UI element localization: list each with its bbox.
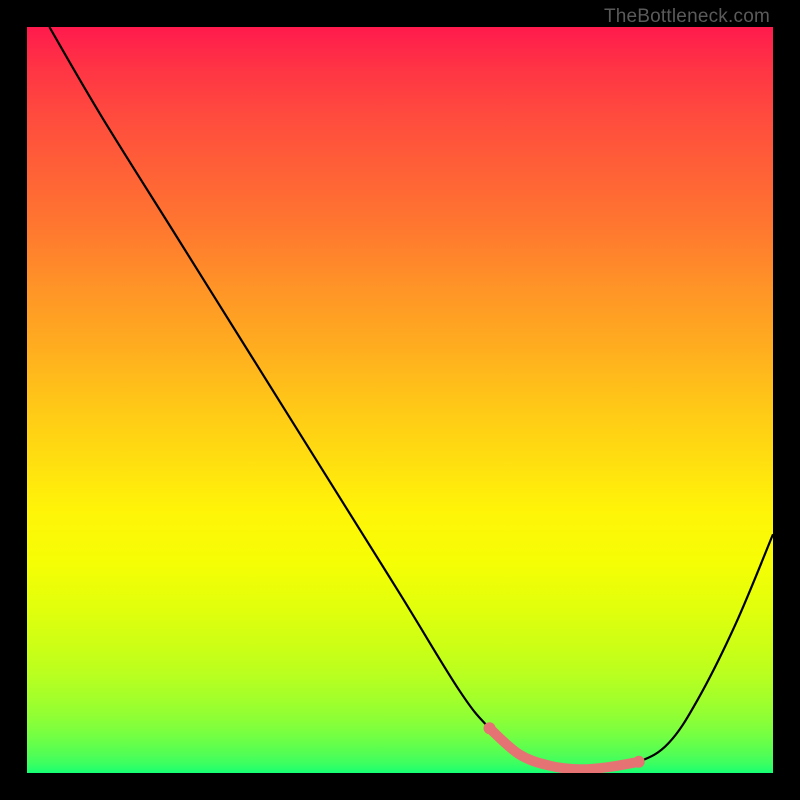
optimal-range-start-dot [484,722,496,734]
bottleneck-curve [49,27,773,769]
optimal-range-end-dot [633,756,645,768]
chart-frame [27,27,773,773]
chart-svg [27,27,773,773]
watermark-text: TheBottleneck.com [604,6,770,28]
optimal-range-highlight [490,728,639,769]
